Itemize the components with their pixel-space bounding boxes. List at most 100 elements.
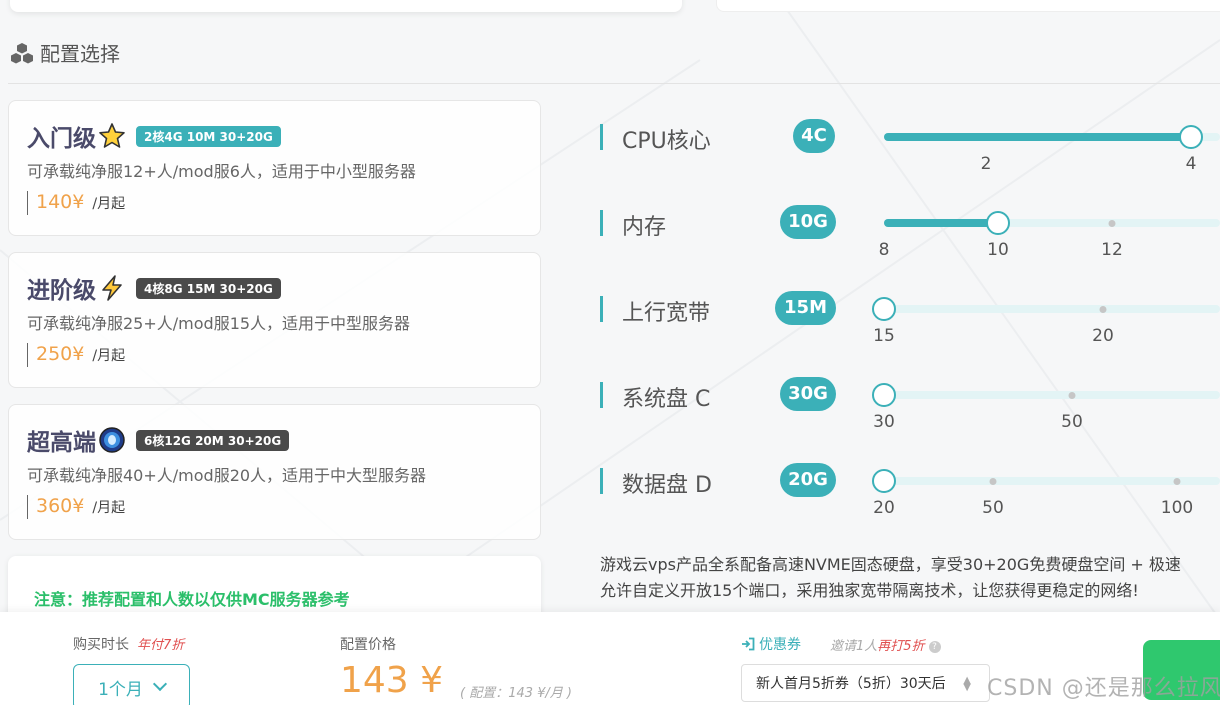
plan-price: 250¥ <box>36 343 85 365</box>
config-row-memory: 内存 10G 8 10 12 <box>600 205 1220 270</box>
slider-handle[interactable] <box>872 383 896 407</box>
slider-tick: 12 <box>1101 240 1123 260</box>
bandwidth-slider[interactable] <box>872 297 1220 321</box>
previous-panel-right <box>716 0 1220 12</box>
section-title: 配置选择 <box>40 42 120 66</box>
slider-handle[interactable] <box>872 297 896 321</box>
slider-fill <box>884 133 1191 141</box>
memory-slider[interactable] <box>884 211 1220 235</box>
login-arrow-icon <box>742 637 755 651</box>
config-label: 上行宽带 <box>622 301 711 326</box>
config-value-pill: 15M <box>775 291 836 325</box>
config-label: 内存 <box>622 215 667 240</box>
coupon-value: 新人首月5折券（5折）30天后 <box>756 676 946 692</box>
duration-label: 购买时长 <box>73 637 129 653</box>
help-icon[interactable]: ? <box>928 640 941 653</box>
plan-price-unit: /月起 <box>92 348 126 364</box>
slider-tick: 20 <box>1092 326 1114 346</box>
row-accent-bar <box>600 296 603 322</box>
config-label: 数据盘 D <box>622 473 712 498</box>
slider-step-dot <box>1099 306 1107 313</box>
plan-price: 140¥ <box>36 191 85 213</box>
slider-handle[interactable] <box>1179 125 1203 149</box>
slider-handle[interactable] <box>986 211 1010 235</box>
lightning-icon <box>102 275 122 301</box>
slider-tick: 50 <box>982 498 1004 518</box>
plan-price: 360¥ <box>36 495 85 517</box>
plan-spec-badge: 2核4G 10M 30+20G <box>136 125 281 147</box>
config-row-system-disk: 系统盘 C 30G 30 50 <box>600 377 1220 442</box>
plan-spec-badge: 6核12G 20M 30+20G <box>136 429 290 451</box>
config-value-pill: 20G <box>780 463 836 497</box>
duration-discount-hint: 年付7折 <box>137 638 185 653</box>
invite-prefix: 邀请1人 <box>830 639 878 654</box>
plan-spec-badge: 4核8G 15M 30+20G <box>136 277 281 299</box>
plan-description: 可承载纯净服25+人/mod服15人，适用于中型服务器 <box>27 314 411 333</box>
slider-step-dot <box>1173 478 1181 485</box>
cpu-slider[interactable] <box>884 125 1220 149</box>
product-info: 游戏云vps产品全系配备高速NVME固态硬盘，享受30+20G免费硬盘空间 + … <box>600 552 1220 604</box>
duration-select[interactable]: 1个月 <box>73 664 190 705</box>
portal-icon <box>99 427 125 453</box>
slider-fill <box>884 219 998 227</box>
slider-tick: 10 <box>987 240 1009 260</box>
config-value-pill: 10G <box>780 205 836 239</box>
slider-tick: 2 <box>980 154 992 174</box>
slider-tick: 8 <box>878 240 890 260</box>
invite-promo: 邀请1人再打5折? <box>830 635 941 654</box>
plan-card-advanced[interactable]: 进阶级 4核8G 15M 30+20G 可承载纯净服25+人/mod服15人，适… <box>8 252 541 388</box>
config-value-pill: 30G <box>780 377 836 411</box>
watermark: CSDN @还是那么拉风 <box>987 676 1220 701</box>
plan-card-premium[interactable]: 超高端 6核12G 20M 30+20G 可承载纯净服40+人/mod服20人，… <box>8 404 541 540</box>
slider-step-dot <box>1068 392 1076 399</box>
duration-value: 1个月 <box>98 679 143 700</box>
system-disk-slider[interactable] <box>872 383 1220 407</box>
coupon-select[interactable]: 新人首月5折券（5折）30天后 ▲ ▼ <box>741 664 990 702</box>
config-label: CPU核心 <box>622 129 711 154</box>
config-row-cpu: CPU核心 4C 2 4 <box>600 119 1220 184</box>
row-accent-bar <box>600 124 603 150</box>
slider-tick: 15 <box>873 326 895 346</box>
plan-price-unit: /月起 <box>92 500 126 516</box>
section-header: 配置选择 <box>10 38 120 67</box>
product-info-line: 游戏云vps产品全系配备高速NVME固态硬盘，享受30+20G免费硬盘空间 + … <box>600 555 1181 574</box>
plan-card-entry[interactable]: 入门级 2核4G 10M 30+20G 可承载纯净服12+人/mod服6人，适用… <box>8 100 541 236</box>
notice-text: 注意：推荐配置和人数以仅供MC服务器参考 <box>34 590 350 609</box>
total-price: 143 ¥ <box>340 660 444 701</box>
price-label: 配置价格 <box>340 637 396 653</box>
data-disk-slider[interactable] <box>872 469 1220 493</box>
plan-price-unit: /月起 <box>92 196 126 212</box>
config-label: 系统盘 C <box>622 387 711 412</box>
chevron-down-icon <box>152 676 167 692</box>
slider-tick: 20 <box>873 498 895 518</box>
price-detail: ( 配置：143 ¥/月 ) <box>460 686 573 701</box>
previous-panel-left <box>10 0 682 12</box>
config-row-bandwidth: 上行宽带 15M 15 20 <box>600 291 1220 356</box>
row-accent-bar <box>600 382 603 408</box>
slider-step-dot <box>989 478 997 485</box>
config-row-data-disk: 数据盘 D 20G 20 50 100 <box>600 463 1220 528</box>
slider-tick: 100 <box>1160 498 1194 518</box>
plan-name: 超高端 <box>27 430 96 456</box>
coupon-label-row: 优惠券 <box>741 634 801 654</box>
star-icon <box>99 123 125 148</box>
plan-description: 可承载纯净服40+人/mod服20人，适用于中大型服务器 <box>27 466 427 485</box>
invite-highlight: 再打5折 <box>877 639 925 654</box>
row-accent-bar <box>600 210 603 236</box>
duration-label-row: 购买时长 年付7折 <box>73 634 184 654</box>
slider-tick: 30 <box>873 412 895 432</box>
plan-name: 进阶级 <box>27 278 96 304</box>
select-arrows-icon: ▲ ▼ <box>963 675 971 693</box>
section-divider <box>8 83 1220 84</box>
slider-tick: 4 <box>1185 154 1197 174</box>
plan-description: 可承载纯净服12+人/mod服6人，适用于中小型服务器 <box>27 162 416 181</box>
row-accent-bar <box>600 468 603 494</box>
coupon-label: 优惠券 <box>759 637 801 653</box>
slider-step-dot <box>1108 220 1116 227</box>
slider-handle[interactable] <box>872 469 896 493</box>
cubes-icon <box>11 42 33 63</box>
product-info-line: 允许自定义开放15个端口，采用独家宽带隔离技术，让您获得更稳定的网络! <box>600 581 1139 600</box>
plan-name: 入门级 <box>27 126 96 152</box>
config-value-pill: 4C <box>793 119 835 153</box>
slider-tick: 50 <box>1061 412 1083 432</box>
